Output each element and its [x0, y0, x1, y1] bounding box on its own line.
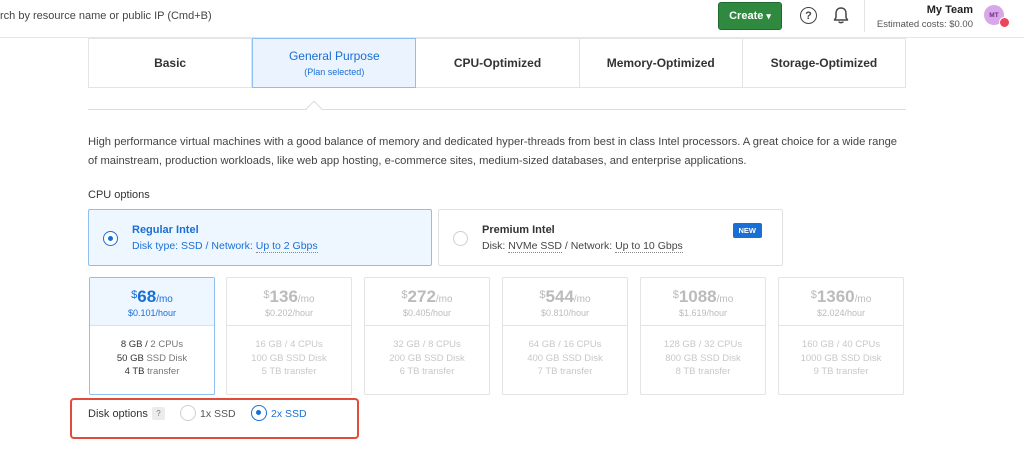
- plan-specs: 32 GB / 8 CPUs 200 GB SSD Disk 6 TB tran…: [389, 339, 465, 377]
- disk-label: Disk:: [482, 240, 506, 252]
- team-name[interactable]: My Team: [900, 4, 973, 16]
- tab-divider: [88, 109, 906, 110]
- price-monthly: $272/mo: [401, 287, 453, 306]
- cpu-option-details: Disk: NVMe SSD / Network: Up to 10 Gbps: [482, 240, 683, 253]
- price-card[interactable]: $272/mo $0.405/hour 32 GB / 8 CPUs 200 G…: [364, 277, 490, 395]
- price-card[interactable]: $1088/mo $1.619/hour 128 GB / 32 CPUs 80…: [640, 277, 766, 395]
- price-monthly: $1088/mo: [672, 287, 734, 306]
- network-value: Up to 2 Gbps: [255, 240, 318, 253]
- radio-1x-ssd[interactable]: [180, 405, 196, 421]
- search-input[interactable]: [0, 5, 380, 27]
- tab-label: Storage-Optimized: [770, 56, 878, 70]
- radio-2x-ssd[interactable]: [251, 405, 267, 421]
- disk-options-label: Disk options: [88, 408, 148, 420]
- price-card[interactable]: $136/mo $0.202/hour 16 GB / 4 CPUs 100 G…: [226, 277, 352, 395]
- disk-value: SSD: [181, 240, 203, 252]
- bell-icon[interactable]: [832, 6, 850, 25]
- tab-storage-optimized[interactable]: Storage-Optimized: [742, 38, 907, 88]
- plan-specs: 16 GB / 4 CPUs 100 GB SSD Disk 5 TB tran…: [251, 339, 327, 377]
- price-monthly: $544/mo: [539, 287, 591, 306]
- tab-label: General Purpose: [288, 49, 380, 63]
- tab-memory-optimized[interactable]: Memory-Optimized: [579, 38, 743, 88]
- tab-label: Basic: [154, 56, 187, 70]
- cpu-option-premium-intel[interactable]: Premium Intel Disk: NVMe SSD / Network: …: [438, 209, 783, 266]
- plan-description: High performance virtual machines with a…: [88, 136, 898, 167]
- avatar-badge-icon: [999, 17, 1010, 28]
- tab-general-purpose[interactable]: General Purpose (Plan selected): [252, 38, 417, 88]
- price-hourly: $1.619/hour: [678, 308, 728, 318]
- plan-specs: 128 GB / 32 CPUs 800 GB SSD Disk 8 TB tr…: [663, 339, 743, 377]
- tab-pointer: [305, 100, 323, 118]
- disk-value: NVMe SSD: [508, 240, 562, 253]
- create-label: Create: [729, 10, 764, 22]
- cpu-option-details: Disk type: SSD / Network: Up to 2 Gbps: [132, 240, 318, 253]
- price-monthly: $68/mo: [131, 287, 173, 306]
- plan-tabs: Basic General Purpose (Plan selected) CP…: [88, 38, 907, 88]
- new-badge: NEW: [732, 223, 762, 238]
- help-icon[interactable]: ?: [800, 7, 817, 24]
- tab-label: CPU-Optimized: [453, 56, 542, 70]
- tab-cpu-optimized[interactable]: CPU-Optimized: [416, 38, 580, 88]
- price-hourly: $0.405/hour: [402, 308, 452, 318]
- cpu-option-name: Regular Intel: [132, 224, 199, 236]
- help-icon[interactable]: ?: [152, 407, 165, 420]
- cpu-option-regular-intel[interactable]: Regular Intel Disk type: SSD / Network: …: [88, 209, 432, 266]
- price-card[interactable]: $68/mo $0.101/hour 8 GB / 2 CPUs 50 GB S…: [89, 277, 215, 395]
- price-hourly: $0.810/hour: [540, 308, 590, 318]
- create-button[interactable]: Create ▾: [718, 2, 782, 30]
- tab-basic[interactable]: Basic: [88, 38, 253, 88]
- price-card[interactable]: $544/mo $0.810/hour 64 GB / 16 CPUs 400 …: [502, 277, 628, 395]
- plan-specs: 160 GB / 40 CPUs 1000 GB SSD Disk 9 TB t…: [800, 339, 882, 377]
- plan-specs: 64 GB / 16 CPUs 400 GB SSD Disk 7 TB tra…: [527, 339, 603, 377]
- option-2x-ssd[interactable]: 2x SSD: [271, 408, 307, 420]
- cpu-options-title: CPU options: [88, 189, 150, 201]
- cpu-option-name: Premium Intel: [482, 224, 555, 236]
- tab-sublabel: (Plan selected): [304, 67, 365, 77]
- tab-label: Memory-Optimized: [606, 56, 715, 70]
- option-1x-ssd[interactable]: 1x SSD: [200, 408, 236, 420]
- radio-premium-intel[interactable]: [453, 231, 468, 246]
- price-monthly: $136/mo: [263, 287, 315, 306]
- price-hourly: $0.101/hour: [127, 308, 177, 318]
- chevron-down-icon: ▾: [766, 10, 771, 21]
- radio-regular-intel[interactable]: [103, 231, 118, 246]
- network-label: Network:: [211, 240, 253, 252]
- price-card[interactable]: $1360/mo $2.024/hour 160 GB / 40 CPUs 10…: [778, 277, 904, 395]
- plan-specs: 8 GB / 2 CPUs 50 GB SSD Disk 4 TB transf…: [116, 339, 188, 377]
- estimated-costs: Estimated costs: $0.00: [876, 19, 973, 30]
- top-bar: Create ▾ ? My Team Estimated costs: $0.0…: [0, 0, 1024, 38]
- disk-label: Disk type:: [132, 240, 179, 252]
- price-monthly: $1360/mo: [810, 287, 872, 306]
- price-hourly: $0.202/hour: [264, 308, 314, 318]
- network-label: Network:: [570, 240, 613, 252]
- price-hourly: $2.024/hour: [816, 308, 866, 318]
- network-value: Up to 10 Gbps: [615, 240, 683, 253]
